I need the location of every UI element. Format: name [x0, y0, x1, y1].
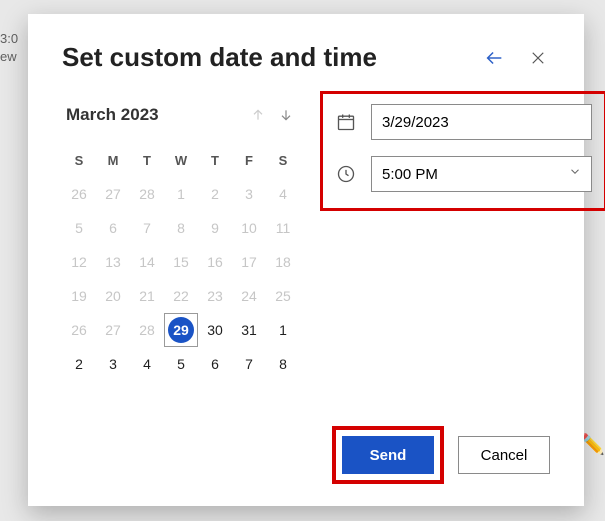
cancel-button[interactable]: Cancel [458, 436, 550, 474]
header-actions [482, 46, 550, 70]
calendar-day: 17 [232, 245, 266, 279]
schedule-send-modal: Set custom date and time March 2023 SMTW… [28, 14, 584, 506]
datetime-inputs [332, 101, 595, 195]
calendar-day: 8 [164, 211, 198, 245]
calendar-day: 11 [266, 211, 300, 245]
calendar-day[interactable]: 1 [266, 313, 300, 347]
calendar-day[interactable]: 31 [232, 313, 266, 347]
calendar-day: 9 [198, 211, 232, 245]
modal-title: Set custom date and time [62, 42, 377, 73]
calendar-dow: S [266, 143, 300, 177]
calendar-day: 3 [232, 177, 266, 211]
next-month-icon[interactable] [272, 101, 300, 129]
calendar-day: 22 [164, 279, 198, 313]
calendar-dow: S [62, 143, 96, 177]
time-field-row [335, 156, 592, 192]
calendar-day[interactable]: 6 [198, 347, 232, 381]
highlight-inputs [320, 91, 605, 211]
calendar-day: 15 [164, 245, 198, 279]
calendar-day: 19 [62, 279, 96, 313]
calendar-day[interactable]: 7 [232, 347, 266, 381]
calendar: March 2023 SMTWTFS2627281234567891011121… [62, 101, 300, 381]
calendar-day: 14 [130, 245, 164, 279]
calendar-day: 7 [130, 211, 164, 245]
back-arrow-icon[interactable] [482, 46, 506, 70]
calendar-day: 6 [96, 211, 130, 245]
calendar-day: 13 [96, 245, 130, 279]
calendar-day: 26 [62, 177, 96, 211]
prev-month-icon [244, 101, 272, 129]
calendar-day: 27 [96, 313, 130, 347]
calendar-day: 24 [232, 279, 266, 313]
calendar-day[interactable]: 2 [62, 347, 96, 381]
calendar-day[interactable]: 3 [96, 347, 130, 381]
calendar-day: 21 [130, 279, 164, 313]
calendar-day: 25 [266, 279, 300, 313]
calendar-day: 28 [130, 313, 164, 347]
calendar-day: 4 [266, 177, 300, 211]
calendar-dow: W [164, 143, 198, 177]
calendar-dow: F [232, 143, 266, 177]
time-input[interactable] [371, 156, 592, 192]
background-text: 3:0 ew [0, 30, 18, 66]
clock-icon [335, 163, 357, 185]
calendar-month-label[interactable]: March 2023 [62, 105, 244, 125]
calendar-day: 2 [198, 177, 232, 211]
close-icon[interactable] [526, 46, 550, 70]
date-input[interactable] [371, 104, 592, 140]
calendar-day: 27 [96, 177, 130, 211]
calendar-dow: T [198, 143, 232, 177]
calendar-day: 18 [266, 245, 300, 279]
modal-footer: Send Cancel [62, 426, 550, 484]
calendar-grid: SMTWTFS262728123456789101112131415161718… [62, 143, 300, 381]
calendar-day: 1 [164, 177, 198, 211]
calendar-day: 20 [96, 279, 130, 313]
calendar-day[interactable]: 30 [198, 313, 232, 347]
modal-header: Set custom date and time [62, 42, 550, 73]
calendar-day: 23 [198, 279, 232, 313]
calendar-dow: M [96, 143, 130, 177]
calendar-day: 28 [130, 177, 164, 211]
calendar-day[interactable]: 29 [164, 313, 198, 347]
calendar-day: 5 [62, 211, 96, 245]
calendar-day[interactable]: 8 [266, 347, 300, 381]
calendar-dow: T [130, 143, 164, 177]
calendar-day: 12 [62, 245, 96, 279]
calendar-day: 26 [62, 313, 96, 347]
calendar-icon [335, 111, 357, 133]
highlight-send: Send [332, 426, 444, 484]
date-field-row [335, 104, 592, 140]
calendar-day: 16 [198, 245, 232, 279]
send-button[interactable]: Send [342, 436, 434, 474]
calendar-day[interactable]: 5 [164, 347, 198, 381]
calendar-day: 10 [232, 211, 266, 245]
calendar-day[interactable]: 4 [130, 347, 164, 381]
